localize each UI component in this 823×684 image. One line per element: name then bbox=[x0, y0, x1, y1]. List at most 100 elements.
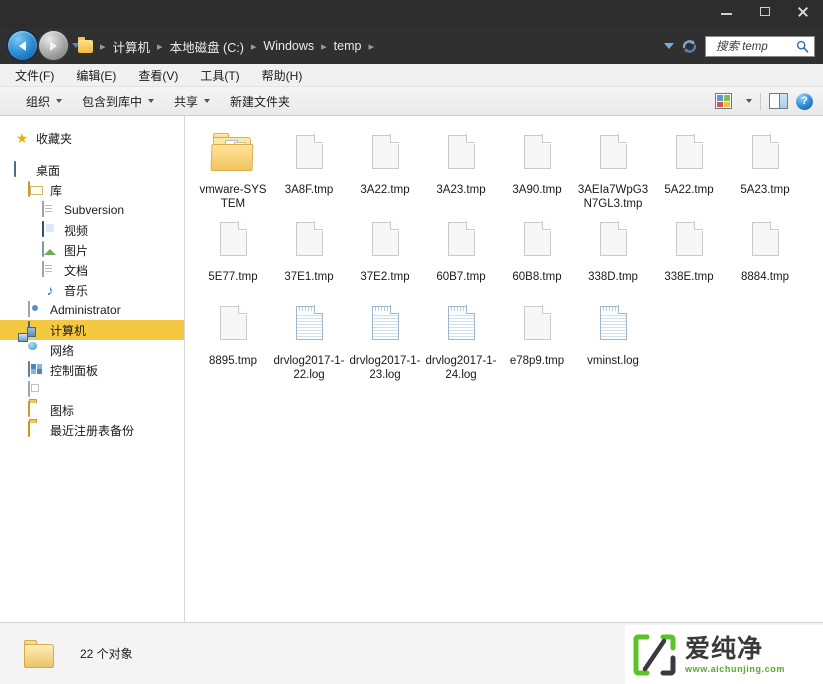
sidebar-item-icons-folder[interactable]: 图标 bbox=[0, 400, 184, 420]
chevron-down-icon[interactable] bbox=[664, 43, 674, 49]
share-button[interactable]: 共享 bbox=[164, 89, 220, 114]
file-item[interactable]: 3A90.tmp bbox=[499, 128, 575, 211]
search-input[interactable]: 搜索 temp bbox=[705, 36, 815, 57]
file-name-label: 5E77.tmp bbox=[196, 270, 270, 284]
blank-document-icon bbox=[361, 219, 409, 267]
file-item[interactable]: drvlog2017-1-24.log bbox=[423, 299, 499, 382]
text-log-icon bbox=[437, 303, 485, 351]
library-icon bbox=[28, 182, 44, 198]
sidebar-item-label: 计算机 bbox=[50, 322, 86, 339]
file-item[interactable]: 3A23.tmp bbox=[423, 128, 499, 211]
breadcrumb-item-1[interactable]: 本地磁盘 (C:) bbox=[167, 37, 247, 56]
file-item[interactable]: 5A23.tmp bbox=[727, 128, 803, 211]
file-item[interactable]: e78p9.tmp bbox=[499, 299, 575, 382]
video-icon bbox=[42, 222, 58, 238]
file-item[interactable]: 3A8F.tmp bbox=[271, 128, 347, 211]
file-name-label: 8884.tmp bbox=[728, 270, 802, 284]
sidebar-item-pictures[interactable]: 图片 bbox=[0, 240, 184, 260]
file-item[interactable]: 5E77.tmp bbox=[195, 215, 271, 295]
back-button[interactable] bbox=[8, 31, 37, 60]
include-in-library-button[interactable]: 包含到库中 bbox=[72, 89, 164, 114]
sidebar-item-label: 网络 bbox=[50, 342, 74, 359]
sidebar-item-control-panel[interactable]: 控制面板 bbox=[0, 360, 184, 380]
file-name-label: 3AEIa7WpG3N7GL3.tmp bbox=[576, 183, 650, 211]
sidebar-item-label: 文档 bbox=[64, 262, 88, 279]
new-folder-button[interactable]: 新建文件夹 bbox=[220, 89, 300, 114]
file-item[interactable]: vminst.log bbox=[575, 299, 651, 382]
sidebar-item-label: 桌面 bbox=[36, 162, 60, 179]
breadcrumb-item-2[interactable]: Windows bbox=[260, 39, 317, 53]
file-item[interactable]: 338D.tmp bbox=[575, 215, 651, 295]
sidebar-item-subversion[interactable]: Subversion bbox=[0, 200, 184, 220]
menu-item-edit[interactable]: 编辑(E) bbox=[73, 65, 119, 86]
sidebar-item-documents[interactable]: 文档 bbox=[0, 260, 184, 280]
file-item[interactable]: drvlog2017-1-23.log bbox=[347, 299, 423, 382]
file-item[interactable]: 60B7.tmp bbox=[423, 215, 499, 295]
organize-button[interactable]: 组织 bbox=[16, 89, 72, 114]
sidebar-item-registry-backup[interactable]: 最近注册表备份 bbox=[0, 420, 184, 440]
sidebar-item-administrator[interactable]: Administrator bbox=[0, 300, 184, 320]
file-item[interactable]: 3A22.tmp bbox=[347, 128, 423, 211]
breadcrumb-separator: ▸ bbox=[247, 40, 261, 53]
breadcrumb-item-0[interactable]: 计算机 bbox=[110, 37, 154, 56]
change-view-icon[interactable] bbox=[715, 93, 732, 109]
organize-label: 组织 bbox=[26, 93, 50, 110]
sidebar-item-desktop[interactable]: 桌面 bbox=[0, 160, 184, 180]
file-item[interactable]: 3AEIa7WpG3N7GL3.tmp bbox=[575, 128, 651, 211]
sidebar-item-label: Administrator bbox=[50, 303, 121, 317]
preview-pane-icon[interactable] bbox=[769, 93, 788, 109]
breadcrumb-item-3[interactable]: temp bbox=[331, 39, 365, 53]
sidebar-item-favorites[interactable]: ★ 收藏夹 bbox=[0, 128, 184, 148]
folder-icon bbox=[24, 639, 58, 669]
search-placeholder: 搜索 temp bbox=[706, 38, 768, 54]
file-item[interactable]: 5A22.tmp bbox=[651, 128, 727, 211]
sidebar-item-recycle-bin[interactable] bbox=[0, 380, 184, 400]
file-item[interactable]: 338E.tmp bbox=[651, 215, 727, 295]
file-name-label: 5A23.tmp bbox=[728, 183, 802, 197]
breadcrumb-separator: ▸ bbox=[317, 40, 331, 53]
menu-item-help[interactable]: 帮助(H) bbox=[259, 65, 306, 86]
text-log-icon bbox=[589, 303, 637, 351]
file-item[interactable]: 60B8.tmp bbox=[499, 215, 575, 295]
include-in-library-label: 包含到库中 bbox=[82, 93, 142, 110]
close-button[interactable] bbox=[793, 4, 813, 20]
file-name-label: 3A90.tmp bbox=[500, 183, 574, 197]
sidebar-item-label: 图片 bbox=[64, 242, 88, 259]
sidebar-item-label: 视频 bbox=[64, 222, 88, 239]
menu-item-tools[interactable]: 工具(T) bbox=[197, 65, 242, 86]
address-bar: ▸ 计算机 ▸ 本地磁盘 (C:) ▸ Windows ▸ temp ▸ 搜索 … bbox=[0, 28, 823, 64]
refresh-icon[interactable] bbox=[681, 38, 698, 55]
file-name-label: vmware-SYSTEM bbox=[196, 183, 270, 211]
sidebar-item-label: 最近注册表备份 bbox=[50, 422, 134, 439]
watermark-text: 爱纯净 www.aichunjing.com bbox=[685, 636, 785, 674]
file-item[interactable]: 37E2.tmp bbox=[347, 215, 423, 295]
menu-bar: 文件(F) 编辑(E) 查看(V) 工具(T) 帮助(H) bbox=[0, 64, 823, 87]
minimize-button[interactable] bbox=[717, 4, 737, 20]
view-dropdown-icon[interactable] bbox=[746, 99, 752, 103]
file-item[interactable]: vmware-SYSTEM bbox=[195, 128, 271, 211]
sidebar-item-music[interactable]: ♪ 音乐 bbox=[0, 280, 184, 300]
file-item[interactable]: 8884.tmp bbox=[727, 215, 803, 295]
file-name-label: vminst.log bbox=[576, 354, 650, 368]
sidebar-item-libraries[interactable]: 库 bbox=[0, 180, 184, 200]
search-icon bbox=[796, 40, 809, 53]
file-item[interactable]: drvlog2017-1-22.log bbox=[271, 299, 347, 382]
navigation-pane: ★ 收藏夹 桌面 库 Subversion 视频 图片 bbox=[0, 116, 185, 622]
help-icon[interactable]: ? bbox=[796, 93, 813, 110]
maximize-button[interactable] bbox=[755, 4, 775, 20]
menu-item-view[interactable]: 查看(V) bbox=[135, 65, 181, 86]
menu-item-file[interactable]: 文件(F) bbox=[12, 65, 57, 86]
file-item[interactable]: 37E1.tmp bbox=[271, 215, 347, 295]
forward-button[interactable] bbox=[39, 31, 68, 60]
recycle-bin-icon bbox=[28, 382, 44, 398]
chevron-down-icon bbox=[148, 99, 154, 103]
blank-document-icon bbox=[741, 219, 789, 267]
sidebar-item-videos[interactable]: 视频 bbox=[0, 220, 184, 240]
new-folder-label: 新建文件夹 bbox=[230, 93, 290, 110]
file-item[interactable]: 8895.tmp bbox=[195, 299, 271, 382]
title-bar bbox=[0, 0, 823, 28]
sidebar-item-network[interactable]: 网络 bbox=[0, 340, 184, 360]
folder-icon bbox=[28, 402, 44, 418]
watermark-brand: 爱纯净 bbox=[685, 636, 785, 661]
file-list-pane[interactable]: vmware-SYSTEM3A8F.tmp3A22.tmp3A23.tmp3A9… bbox=[185, 116, 823, 622]
